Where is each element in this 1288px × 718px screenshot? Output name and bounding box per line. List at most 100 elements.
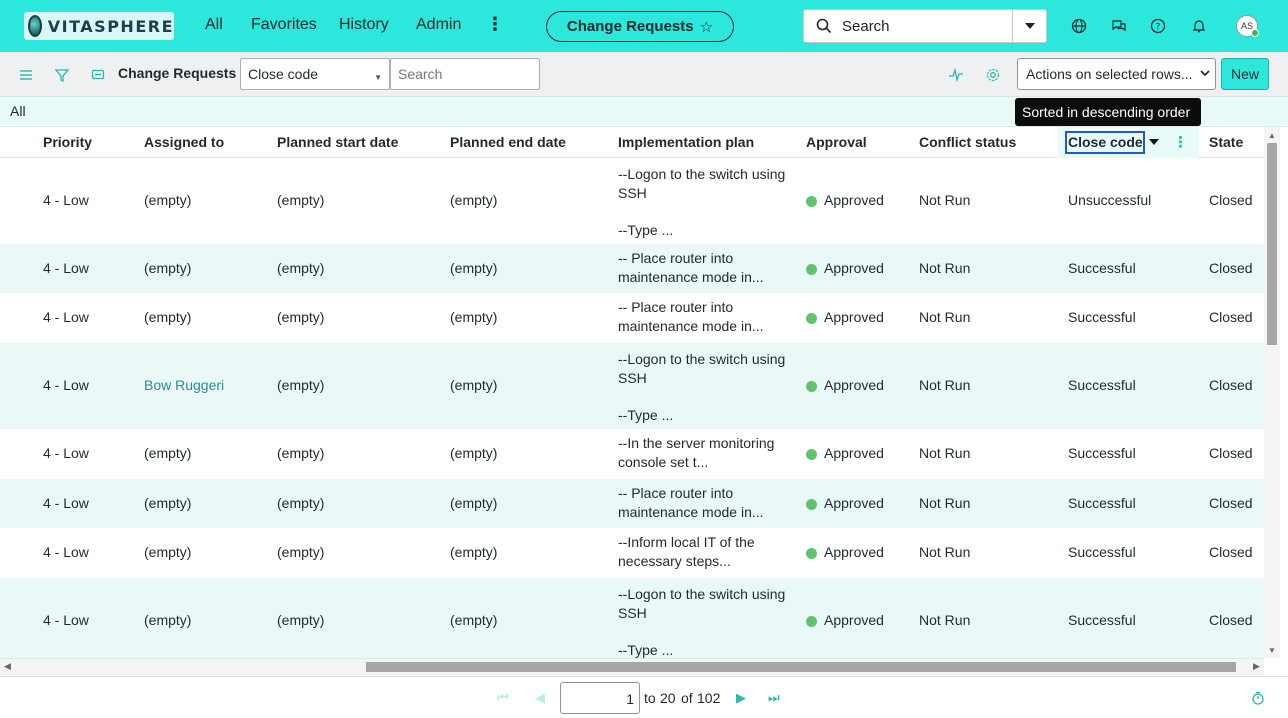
cell-close-code: Successful	[1068, 309, 1136, 325]
search-scope-dropdown[interactable]	[1012, 10, 1046, 42]
cell-priority: 4 - Low	[43, 377, 89, 393]
cell-implementation-plan: --Logon to the switch using SSH --Type ..…	[618, 585, 793, 658]
bell-icon[interactable]	[1189, 16, 1209, 36]
cell-planned-end: (empty)	[450, 377, 498, 393]
nav-favorites[interactable]: Favorites	[251, 16, 317, 34]
first-page-icon[interactable]: ⏮	[497, 690, 509, 706]
cell-conflict-status: Not Run	[919, 494, 971, 511]
implementation-plan-more: --Type ...	[618, 222, 674, 238]
hamburger-menu-icon[interactable]	[18, 67, 34, 83]
scroll-up-arrow-icon[interactable]: ▲	[1268, 131, 1276, 140]
cell-planned-end: (empty)	[450, 192, 498, 208]
chat-icon[interactable]	[1109, 16, 1129, 36]
current-app-pill[interactable]: Change Requests ☆	[546, 11, 734, 42]
implementation-plan-text: --Logon to the switch using SSH	[618, 586, 786, 621]
list-toolbar: Change Requests Close code ▼ Search Acti…	[0, 52, 1288, 97]
sort-tooltip: Sorted in descending order	[1015, 98, 1201, 126]
column-header-approval[interactable]: Approval	[806, 134, 867, 150]
table-row[interactable]: 4 - Low (empty) (empty) (empty) --Logon to t…	[0, 158, 1264, 244]
cell-conflict-status: Not Run	[919, 377, 971, 393]
page-number-input[interactable]: 1	[560, 682, 640, 714]
table-row[interactable]: 4 - Low (empty) (empty) (empty) --Logon to t…	[0, 578, 1264, 658]
cell-planned-start: (empty)	[277, 494, 325, 511]
cell-close-code: Successful	[1068, 544, 1136, 560]
table-row[interactable]: 4 - Low (empty) (empty) (empty) -- Place rou…	[0, 244, 1264, 293]
cell-approval: Approved	[824, 259, 884, 276]
column-header-state[interactable]: State	[1209, 134, 1243, 150]
search-field-select[interactable]: Close code ▼	[240, 58, 390, 90]
column-header-assigned-to[interactable]: Assigned to	[144, 134, 224, 150]
prev-page-icon[interactable]: ◀	[535, 690, 545, 706]
nav-all[interactable]: All	[205, 16, 223, 34]
column-header-priority[interactable]: Priority	[43, 134, 92, 150]
approval-status-dot	[806, 616, 817, 627]
scroll-right-arrow-icon[interactable]: ▶	[1253, 661, 1260, 672]
horizontal-scroll-thumb[interactable]	[366, 662, 1236, 672]
list-search-input[interactable]: Search	[390, 58, 540, 90]
cell-priority: 4 - Low	[43, 309, 89, 325]
globe-icon[interactable]	[1069, 16, 1089, 36]
cell-planned-start: (empty)	[277, 445, 325, 461]
more-menu-icon[interactable]: ⋮	[486, 14, 504, 35]
pager-total: 102	[697, 690, 721, 706]
implementation-plan-more: --Type ...	[618, 407, 674, 423]
approval-status-dot	[806, 313, 817, 324]
nav-admin[interactable]: Admin	[416, 16, 461, 34]
gear-icon[interactable]	[985, 67, 1001, 83]
activity-stream-icon[interactable]	[948, 67, 964, 83]
implementation-plan-text: -- Place router into maintenance mode in…	[618, 299, 764, 334]
implementation-plan-more: --Type ...	[618, 642, 674, 658]
list-context-menu-icon[interactable]	[90, 67, 106, 83]
cell-conflict-status: Not Run	[919, 259, 971, 276]
table-row[interactable]: 4 - Low (empty) (empty) (empty) -- Place rou…	[0, 293, 1264, 343]
scroll-left-arrow-icon[interactable]: ◀	[4, 661, 11, 672]
horizontal-scrollbar[interactable]: ◀ ▶	[0, 658, 1264, 675]
brand-name: VITASPHERE	[47, 16, 174, 36]
column-header-implementation-plan[interactable]: Implementation plan	[618, 134, 754, 150]
cell-close-code: Successful	[1068, 377, 1136, 393]
approval-status-dot	[806, 548, 817, 559]
row-actions-select[interactable]: Actions on selected rows...	[1017, 58, 1216, 90]
column-options-icon[interactable]: ⋮	[1173, 133, 1188, 151]
column-header-conflict-status[interactable]: Conflict status	[919, 134, 1016, 150]
breadcrumb-all[interactable]: All	[10, 103, 26, 119]
table-row[interactable]: 4 - Low (empty) (empty) (empty) --Inform loc…	[0, 528, 1264, 578]
timer-icon[interactable]	[1251, 691, 1265, 705]
filter-icon[interactable]	[54, 67, 70, 83]
table-row[interactable]: 4 - Low Bow Ruggeri (empty) (empty) --Logon …	[0, 343, 1264, 429]
user-avatar[interactable]: AS	[1236, 15, 1259, 37]
column-header-close-code[interactable]: Close code	[1068, 134, 1143, 150]
last-page-icon[interactable]: ⏭	[768, 690, 780, 706]
table-row[interactable]: 4 - Low (empty) (empty) (empty) -- Place rou…	[0, 479, 1264, 528]
column-header-planned-end[interactable]: Planned end date	[450, 134, 566, 150]
implementation-plan-text: -- Place router into maintenance mode in…	[618, 485, 764, 520]
column-header-planned-start[interactable]: Planned start date	[277, 134, 398, 150]
scroll-down-arrow-icon[interactable]: ▼	[1268, 646, 1276, 655]
implementation-plan-text: -- Place router into maintenance mode in…	[618, 250, 764, 285]
global-search[interactable]: Search	[803, 9, 1047, 43]
cell-implementation-plan: --In the server monitoring console set t…	[618, 434, 793, 472]
next-page-icon[interactable]: ▶	[736, 690, 746, 706]
vertical-scroll-thumb[interactable]	[1267, 143, 1277, 345]
cell-assigned-to[interactable]: Bow Ruggeri	[144, 377, 224, 393]
help-icon[interactable]: ?	[1148, 16, 1168, 36]
cell-planned-start: (empty)	[277, 544, 325, 560]
cell-conflict-status: Not Run	[919, 445, 971, 461]
brand-logo[interactable]: VITASPHERE	[24, 12, 174, 40]
cell-priority: 4 - Low	[43, 544, 89, 560]
top-navigation-bar: VITASPHERE All Favorites History Admin ⋮…	[0, 0, 1288, 52]
table-row[interactable]: 4 - Low (empty) (empty) (empty) --In the ser…	[0, 429, 1264, 479]
implementation-plan-text: --In the server monitoring console set t…	[618, 435, 775, 470]
star-icon[interactable]: ☆	[700, 18, 713, 36]
nav-history[interactable]: History	[339, 16, 389, 34]
row-actions-label: Actions on selected rows...	[1026, 66, 1193, 82]
cell-approval: Approved	[824, 377, 884, 393]
search-placeholder[interactable]: Search	[842, 18, 1012, 35]
new-button[interactable]: New	[1221, 58, 1269, 90]
vertical-scrollbar[interactable]: ▲ ▼	[1264, 127, 1280, 658]
cell-planned-end: (empty)	[450, 445, 498, 461]
sort-descending-icon[interactable]	[1149, 138, 1159, 146]
implementation-plan-text: --Logon to the switch using SSH	[618, 166, 786, 201]
cell-planned-end: (empty)	[450, 259, 498, 276]
implementation-plan-text: --Inform local IT of the necessary steps…	[618, 534, 755, 569]
